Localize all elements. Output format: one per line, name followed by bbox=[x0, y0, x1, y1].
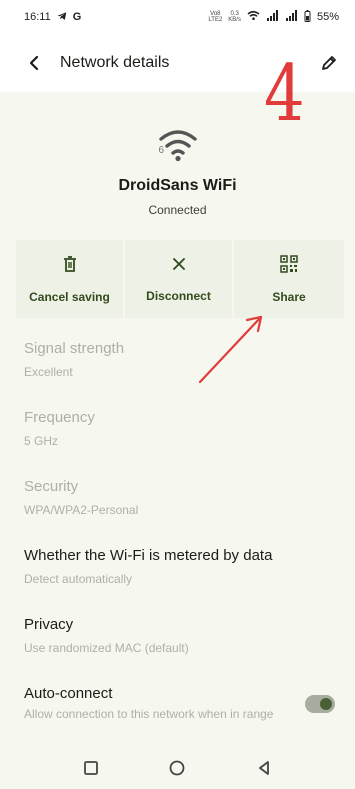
signal-strength-item: Signal strength Excellent bbox=[24, 339, 334, 408]
annotation-step-number: 4 bbox=[264, 49, 305, 139]
security-title: Security bbox=[24, 478, 79, 495]
status-right: Vo8 LTE2 0.3 KB/s 55% bbox=[208, 9, 339, 25]
edit-icon[interactable] bbox=[317, 51, 341, 75]
carrier-letter: G bbox=[72, 11, 82, 23]
close-icon bbox=[171, 256, 187, 277]
triangle-back-icon[interactable] bbox=[246, 750, 282, 786]
frequency-item: Frequency 5 GHz bbox=[24, 408, 334, 477]
signal-icon-secondary bbox=[285, 10, 298, 24]
speed-unit: KB/s bbox=[228, 17, 241, 23]
metered-setting-title: Whether the Wi-Fi is metered by data bbox=[24, 547, 273, 564]
share-label: Share bbox=[272, 289, 306, 304]
auto-connect-description: Allow connection to this network when in… bbox=[24, 707, 274, 721]
qr-code-icon bbox=[280, 254, 298, 278]
battery-percent: 55% bbox=[316, 11, 339, 23]
cancel-saving-button[interactable]: Cancel saving bbox=[16, 240, 123, 318]
metered-setting-item[interactable]: Whether the Wi-Fi is metered by data Det… bbox=[24, 546, 334, 615]
metered-setting-value: Detect automatically bbox=[24, 572, 133, 586]
frequency-value: 5 GHz bbox=[24, 434, 59, 448]
volte-bottom: LTE2 bbox=[208, 17, 223, 23]
status-left: 16:11 G bbox=[24, 11, 81, 24]
volte-indicator: Vo8 LTE2 bbox=[208, 11, 222, 23]
signal-icon bbox=[266, 10, 279, 24]
signal-strength-title: Signal strength bbox=[24, 340, 125, 357]
page-title: Network details bbox=[60, 54, 170, 71]
frequency-title: Frequency bbox=[24, 409, 95, 426]
security-item: Security WPA/WPA2-Personal bbox=[24, 477, 334, 546]
telegram-icon bbox=[57, 11, 67, 24]
disconnect-label: Disconnect bbox=[146, 288, 211, 303]
back-arrow-icon[interactable] bbox=[22, 51, 46, 75]
privacy-setting-item[interactable]: Privacy Use randomized MAC (default) bbox=[24, 615, 334, 684]
network-speed: 0.3 KB/s bbox=[228, 11, 241, 23]
battery-icon bbox=[304, 9, 311, 25]
network-actions: Cancel saving Disconnect Share bbox=[16, 240, 344, 318]
circle-home-icon[interactable] bbox=[159, 750, 195, 786]
cancel-saving-label: Cancel saving bbox=[29, 289, 110, 304]
network-detail-list: Signal strength Excellent Frequency 5 GH… bbox=[24, 339, 335, 753]
privacy-setting-title: Privacy bbox=[24, 616, 74, 633]
privacy-setting-value: Use randomized MAC (default) bbox=[24, 641, 189, 655]
security-value: WPA/WPA2-Personal bbox=[24, 503, 139, 517]
connection-status: Connected bbox=[148, 203, 207, 217]
status-bar: 16:11 G Vo8 LTE2 0.3 KB/s 55% bbox=[0, 0, 355, 34]
auto-connect-toggle[interactable] bbox=[305, 695, 335, 713]
title-group: Network details bbox=[22, 51, 169, 75]
network-name: DroidSans WiFi bbox=[118, 177, 237, 194]
clock: 16:11 bbox=[24, 11, 51, 23]
square-nav-icon[interactable] bbox=[73, 750, 109, 786]
trash-icon bbox=[61, 255, 79, 278]
signal-strength-value: Excellent bbox=[24, 365, 73, 379]
wifi-status-icon bbox=[247, 10, 260, 24]
auto-connect-title: Auto-connect bbox=[24, 685, 113, 702]
wifi-6-icon: 6 bbox=[157, 126, 199, 164]
wifi-generation: 6 bbox=[158, 145, 165, 156]
auto-connect-item[interactable]: Auto-connect Allow connection to this ne… bbox=[24, 684, 335, 753]
auto-connect-toggle-knob bbox=[320, 698, 332, 710]
system-navigation-bar bbox=[0, 746, 355, 789]
